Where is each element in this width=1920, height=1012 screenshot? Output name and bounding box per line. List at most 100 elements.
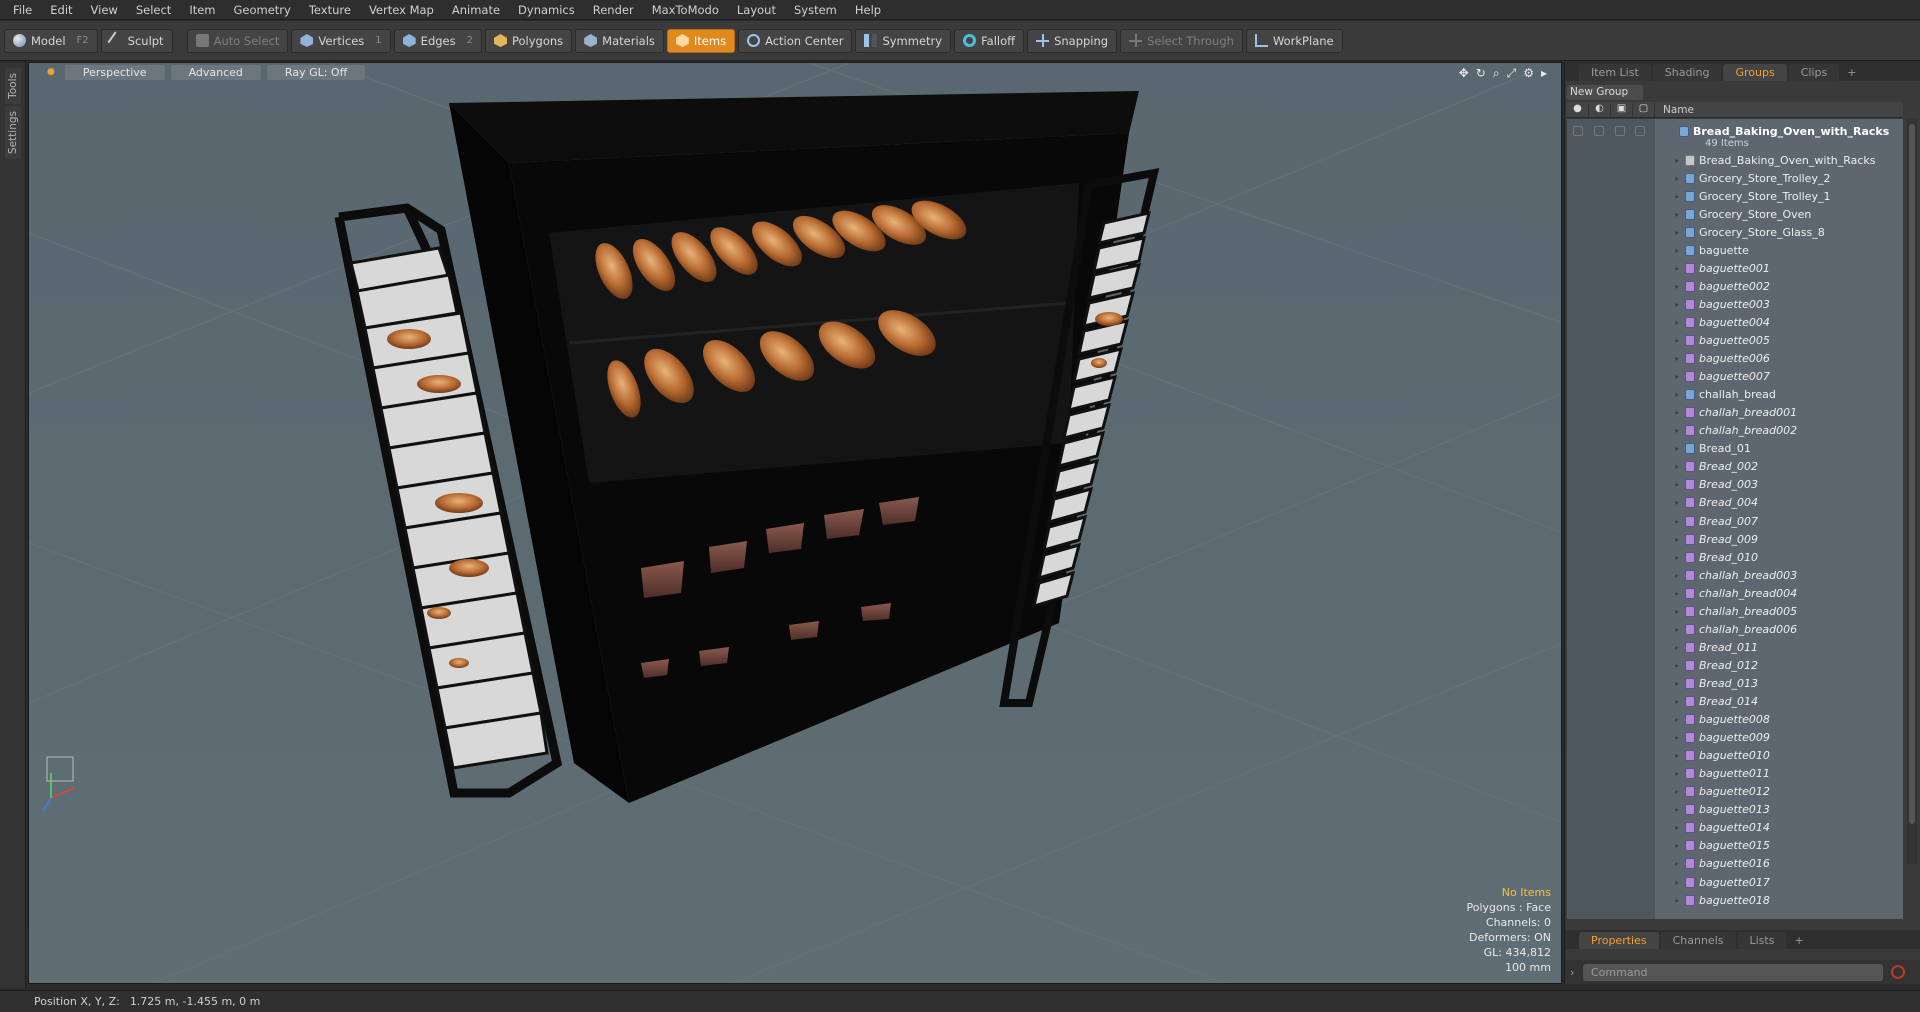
- record-icon[interactable]: [1891, 965, 1905, 979]
- list-item[interactable]: ▸ challah_bread004: [1567, 584, 1903, 602]
- list-item[interactable]: ▸ challah_bread001: [1567, 404, 1903, 422]
- expand-icon[interactable]: ▸: [1675, 192, 1679, 201]
- visibility-toggle[interactable]: [1573, 126, 1583, 136]
- expand-icon[interactable]: ▸: [1675, 498, 1679, 507]
- expand-icon[interactable]: ▸: [1675, 174, 1679, 183]
- expand-icon[interactable]: ▸: [1675, 805, 1679, 814]
- tab-lists[interactable]: Lists: [1737, 932, 1787, 949]
- list-item[interactable]: ▸ baguette016: [1567, 855, 1903, 873]
- menu-file[interactable]: File: [4, 0, 41, 20]
- expand-icon[interactable]: ▸: [1675, 462, 1679, 471]
- expand-icon[interactable]: ▸: [1675, 859, 1679, 868]
- menu-help[interactable]: Help: [846, 0, 890, 20]
- menu-animate[interactable]: Animate: [443, 0, 509, 20]
- tab-shading[interactable]: Shading: [1652, 64, 1722, 81]
- expand-icon[interactable]: ▸: [1675, 444, 1679, 453]
- list-item[interactable]: ▸ challah_bread003: [1567, 566, 1903, 584]
- expand-icon[interactable]: ▸: [1675, 246, 1679, 255]
- sculpt-mode-button[interactable]: Sculpt: [100, 28, 173, 53]
- expand-icon[interactable]: ▸: [1675, 715, 1679, 724]
- snapping-button[interactable]: Snapping: [1027, 28, 1118, 53]
- expand-icon[interactable]: ▸: [1675, 210, 1679, 219]
- expand-icon[interactable]: ▸: [1675, 156, 1679, 165]
- list-item[interactable]: ▸ Bread_011: [1567, 638, 1903, 656]
- select-column-icon[interactable]: ▢: [1633, 102, 1655, 117]
- expand-icon[interactable]: ▸: [1675, 643, 1679, 652]
- symmetry-button[interactable]: Symmetry: [855, 28, 952, 53]
- list-item[interactable]: ▸ baguette010: [1567, 747, 1903, 765]
- tools-tab[interactable]: Tools: [5, 68, 21, 104]
- expand-icon[interactable]: ▸: [1675, 607, 1679, 616]
- expand-icon[interactable]: ▸: [1675, 426, 1679, 435]
- list-item[interactable]: ▸ baguette018: [1567, 891, 1903, 909]
- select-toggle[interactable]: [1635, 126, 1645, 136]
- expand-icon[interactable]: ▸: [1675, 751, 1679, 760]
- list-item[interactable]: ▸ Bread_013: [1567, 674, 1903, 692]
- lock-column-icon[interactable]: ▣: [1611, 102, 1633, 117]
- falloff-button[interactable]: Falloff: [954, 28, 1025, 53]
- lock-toggle[interactable]: [1615, 126, 1625, 136]
- list-item[interactable]: ▸ baguette008: [1567, 711, 1903, 729]
- zoom-icon[interactable]: ⌕: [1493, 66, 1500, 81]
- list-item[interactable]: ▸ Bread_002: [1567, 458, 1903, 476]
- list-item[interactable]: ▸ Bread_012: [1567, 656, 1903, 674]
- menu-render[interactable]: Render: [584, 0, 643, 20]
- list-item[interactable]: ▸ Grocery_Store_Oven: [1567, 205, 1903, 223]
- 3d-viewport[interactable]: ● Perspective Advanced Ray GL: Off ✥ ↻ ⌕…: [28, 62, 1562, 984]
- list-item[interactable]: ▸ baguette007: [1567, 368, 1903, 386]
- list-item[interactable]: ▸ baguette006: [1567, 350, 1903, 368]
- list-item[interactable]: ▸ Grocery_Store_Trolley_1: [1567, 187, 1903, 205]
- list-item[interactable]: ▸ baguette002: [1567, 277, 1903, 295]
- expand-icon[interactable]: ▸: [1675, 679, 1679, 688]
- list-item[interactable]: ▸ baguette014: [1567, 819, 1903, 837]
- expand-icon[interactable]: ▸: [1675, 769, 1679, 778]
- menu-edit[interactable]: Edit: [41, 0, 81, 20]
- list-item[interactable]: ▸ Bread_009: [1567, 530, 1903, 548]
- expand-icon[interactable]: ▸: [1675, 787, 1679, 796]
- menu-dynamics[interactable]: Dynamics: [509, 0, 584, 20]
- list-item[interactable]: ▸ baguette015: [1567, 837, 1903, 855]
- vertices-button[interactable]: Vertices 1: [291, 28, 391, 53]
- list-item[interactable]: ▸ baguette003: [1567, 295, 1903, 313]
- expand-icon[interactable]: ▸: [1675, 841, 1679, 850]
- tab-channels[interactable]: Channels: [1660, 932, 1736, 949]
- menu-geometry[interactable]: Geometry: [225, 0, 300, 20]
- expand-icon[interactable]: ▸: [1675, 625, 1679, 634]
- list-item[interactable]: ▸ challah_bread005: [1567, 602, 1903, 620]
- select-through-button[interactable]: Select Through: [1120, 28, 1243, 53]
- list-item[interactable]: ▸ baguette001: [1567, 259, 1903, 277]
- menu-item[interactable]: Item: [180, 0, 224, 20]
- polygons-button[interactable]: Polygons: [484, 28, 573, 53]
- menu-vertex-map[interactable]: Vertex Map: [360, 0, 443, 20]
- list-item[interactable]: ▸ baguette011: [1567, 765, 1903, 783]
- expand-icon[interactable]: ▸: [1675, 517, 1679, 526]
- menu-view[interactable]: View: [82, 0, 127, 20]
- expand-icon[interactable]: ▸: [1675, 480, 1679, 489]
- list-item[interactable]: ▸ Bread_Baking_Oven_with_Racks: [1567, 151, 1903, 169]
- list-item[interactable]: ▸ baguette009: [1567, 729, 1903, 747]
- expand-icon[interactable]: ▸: [1675, 372, 1679, 381]
- tab-clips[interactable]: Clips: [1788, 64, 1840, 81]
- list-item[interactable]: ▸ Bread_01: [1567, 440, 1903, 458]
- expand-icon[interactable]: ▸: [1675, 336, 1679, 345]
- view-mode-button[interactable]: Perspective: [64, 64, 165, 80]
- render-column-icon[interactable]: ◐: [1589, 102, 1611, 117]
- menu-system[interactable]: System: [785, 0, 846, 20]
- raygl-button[interactable]: Ray GL: Off: [266, 64, 366, 80]
- auto-select-button[interactable]: Auto Select: [186, 28, 289, 53]
- list-item[interactable]: ▸ Bread_007: [1567, 512, 1903, 530]
- list-item[interactable]: ▸ challah_bread: [1567, 386, 1903, 404]
- list-item[interactable]: ▸ challah_bread006: [1567, 620, 1903, 638]
- list-item[interactable]: ▸ Bread_010: [1567, 548, 1903, 566]
- workplane-button[interactable]: WorkPlane: [1245, 28, 1343, 53]
- expand-icon[interactable]: ▸: [1675, 571, 1679, 580]
- new-group-button[interactable]: New Group: [1567, 85, 1643, 100]
- expand-icon[interactable]: ▸: [1675, 318, 1679, 327]
- expand-icon[interactable]: ▸: [1675, 823, 1679, 832]
- expand-icon[interactable]: ▸: [1675, 354, 1679, 363]
- list-item[interactable]: ▸ Bread_014: [1567, 693, 1903, 711]
- tab-item-list[interactable]: Item List: [1579, 64, 1651, 81]
- add-tab-icon[interactable]: +: [1841, 64, 1862, 81]
- expand-icon[interactable]: ▸: [1675, 228, 1679, 237]
- list-item[interactable]: ▸ baguette: [1567, 241, 1903, 259]
